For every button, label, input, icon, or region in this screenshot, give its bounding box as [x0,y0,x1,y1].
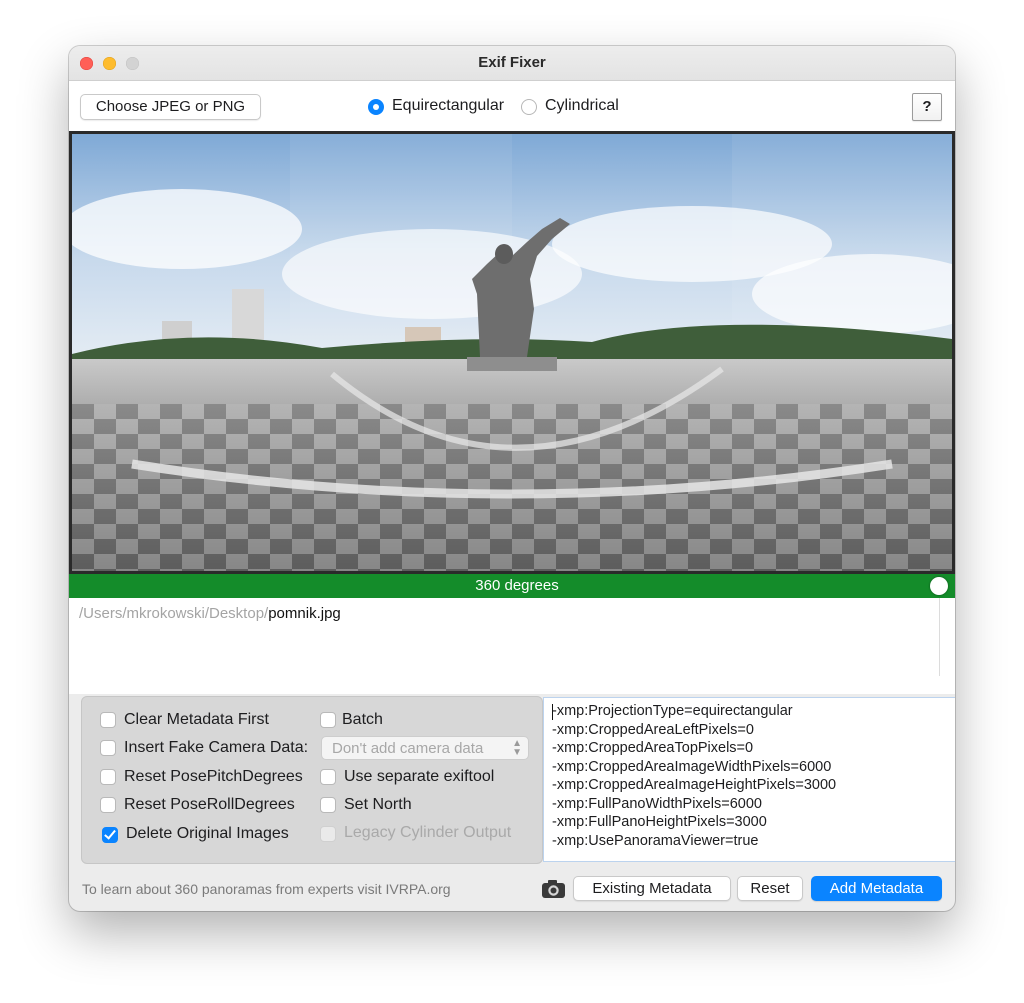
legacy-cylinder-label: Legacy Cylinder Output [344,824,512,841]
legacy-cylinder-checkbox [320,826,336,842]
degrees-label: 360 degrees [475,577,559,594]
metadata-line: -xmp:CroppedAreaImageWidthPixels=6000 [552,758,832,775]
path-directory: /Users/mkrokowski/Desktop/ [79,605,269,622]
cylindrical-label[interactable]: Cylindrical [545,97,619,115]
camera-data-select-value: Don't add camera data [332,740,484,757]
set-north-label[interactable]: Set North [344,796,412,814]
set-north-checkbox[interactable] [320,797,336,813]
toolbar: Choose JPEG or PNG Equirectangular Cylin… [69,81,955,131]
batch-checkbox[interactable] [320,712,336,728]
reset-roll-label[interactable]: Reset PoseRollDegrees [124,796,295,814]
fake-camera-checkbox[interactable] [100,740,116,756]
path-filename: pomnik.jpg [268,605,341,622]
degrees-bar: 360 degrees [69,574,955,598]
reset-pitch-label[interactable]: Reset PosePitchDegrees [124,768,303,786]
reset-button[interactable]: Reset [737,876,803,901]
file-path-area: /Users/mkrokowski/Desktop/pomnik.jpg [69,598,955,694]
metadata-line: -xmp:ProjectionType=equirectangular [552,703,793,719]
chevron-up-down-icon: ▲ ▼ [512,738,522,758]
clear-metadata-label[interactable]: Clear Metadata First [124,711,269,729]
delete-originals-label[interactable]: Delete Original Images [126,825,289,843]
reset-roll-checkbox[interactable] [100,797,116,813]
metadata-textarea[interactable]: -xmp:ProjectionType=equirectangular -xmp… [543,697,955,862]
panorama-preview [69,131,955,574]
delete-originals-checkbox[interactable] [102,827,118,843]
metadata-line: -xmp:CroppedAreaTopPixels=0 [552,740,754,756]
choose-file-button[interactable]: Choose JPEG or PNG [80,94,261,120]
options-panel: Clear Metadata First Batch Insert Fake C… [81,696,543,864]
equirectangular-label[interactable]: Equirectangular [392,97,504,115]
metadata-line: -xmp:FullPanoHeightPixels=3000 [552,814,767,830]
app-window: Exif Fixer Choose JPEG or PNG Equirectan… [69,46,955,911]
window-title: Exif Fixer [478,54,546,71]
metadata-line: -xmp:CroppedAreaLeftPixels=0 [552,721,754,738]
clear-metadata-checkbox[interactable] [100,712,116,728]
title-bar: Exif Fixer [69,46,955,81]
ivrpa-info-text: To learn about 360 panoramas from expert… [82,881,451,897]
equirectangular-radio[interactable] [368,99,384,115]
metadata-lines: -xmp:ProjectionType=equirectangular -xmp… [552,702,836,850]
metadata-line: -xmp:FullPanoWidthPixels=6000 [552,795,762,812]
fake-camera-label[interactable]: Insert Fake Camera Data: [124,739,308,757]
metadata-line: -xmp:CroppedAreaImageHeightPixels=3000 [552,777,837,793]
help-button[interactable]: ? [912,93,942,121]
batch-label[interactable]: Batch [342,711,383,729]
separate-exiftool-checkbox[interactable] [320,769,336,785]
metadata-line: -xmp:UsePanoramaViewer=true [552,832,759,849]
add-metadata-button[interactable]: Add Metadata [811,876,942,901]
panorama-image [72,134,952,571]
cylindrical-radio[interactable] [521,99,537,115]
reset-pitch-checkbox[interactable] [100,769,116,785]
degrees-slider-knob[interactable] [930,577,948,595]
path-scrollbar[interactable] [939,598,940,676]
camera-data-select[interactable]: Don't add camera data ▲ ▼ [321,736,529,760]
camera-icon[interactable] [541,878,566,900]
separate-exiftool-label[interactable]: Use separate exiftool [344,768,494,786]
file-path: /Users/mkrokowski/Desktop/pomnik.jpg [79,605,341,622]
existing-metadata-button[interactable]: Existing Metadata [573,876,731,901]
